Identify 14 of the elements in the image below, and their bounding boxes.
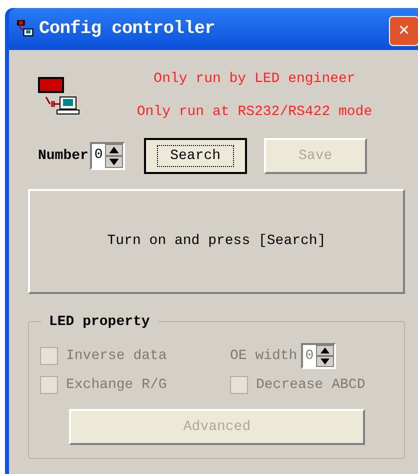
led-computer-icon	[38, 77, 80, 115]
checkbox-label: Inverse data	[66, 346, 167, 366]
warning-text: Only run at RS232/RS422 mode	[136, 103, 372, 122]
warning-text: Only run by LED engineer	[154, 70, 356, 89]
checkbox-label: Decrease ABCD	[256, 376, 366, 394]
window-title: Config controller	[39, 18, 215, 40]
push-button[interactable]: Search	[144, 138, 247, 174]
checkbox-label: Exchange R/G	[66, 376, 167, 394]
close-button[interactable]: ✕	[389, 16, 418, 46]
status-text: Turn on and press [Search]	[107, 232, 326, 251]
oe-width-label: OE width	[230, 346, 298, 366]
number-spinner[interactable]: 0	[90, 142, 125, 170]
computer-icon	[17, 20, 35, 38]
number-label: Number	[38, 146, 88, 166]
